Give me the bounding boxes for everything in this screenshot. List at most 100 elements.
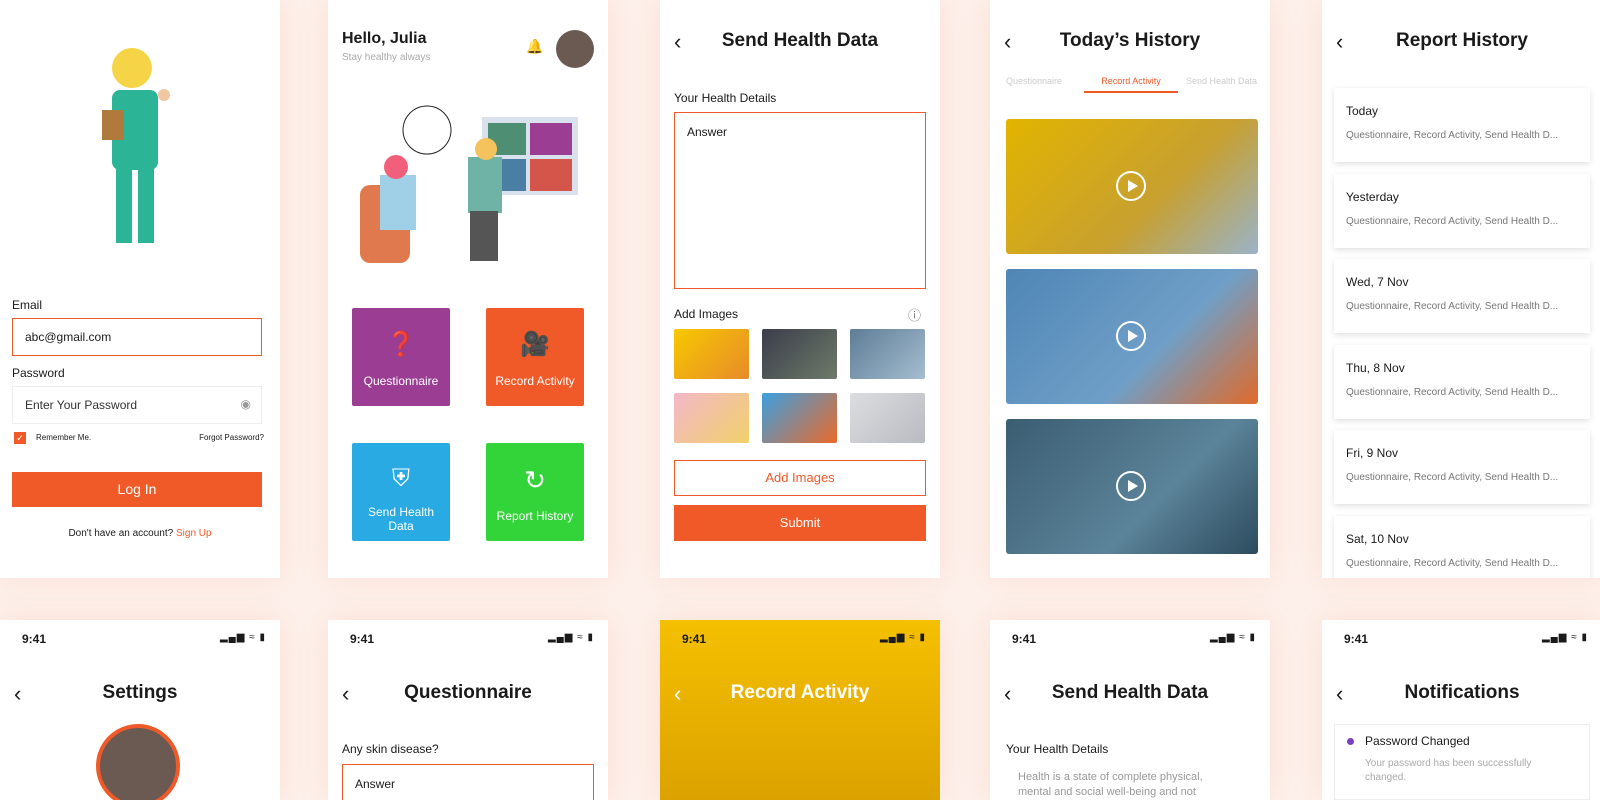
image-thumb[interactable] (674, 393, 749, 443)
video-thumbnail[interactable] (1006, 419, 1258, 554)
video-thumbnail[interactable] (1006, 119, 1258, 254)
status-time: 9:41 (350, 632, 375, 646)
wifi-icon: ≈ (909, 632, 916, 643)
signup-prompt-row: Don't have an account? Sign Up (0, 528, 280, 539)
battery-icon: ▮ (919, 632, 926, 643)
questionnaire-screen: 9:41 ▂▄▆ ≈ ▮ ‹ Questionnaire Any skin di… (328, 620, 608, 800)
remember-checkbox[interactable]: ✓ (14, 432, 26, 444)
report-card[interactable]: Today Questionnaire, Record Activity, Sen… (1334, 88, 1590, 162)
email-field[interactable]: abc@gmail.com (12, 318, 262, 356)
play-icon[interactable] (1116, 321, 1146, 351)
notification-title: Password Changed (1365, 734, 1470, 748)
status-time: 9:41 (22, 632, 47, 646)
page-title: Report History (1396, 30, 1528, 51)
report-summary: Questionnaire, Record Activity, Send Hea… (1346, 216, 1559, 227)
email-label: Email (12, 298, 43, 312)
health-details-text[interactable]: Health is a state of complete physical, … (1018, 770, 1238, 800)
tile-questionnaire[interactable]: ❓ Questionnaire (352, 308, 450, 406)
tile-send-health-data[interactable]: ⛨ Send Health Data (352, 443, 450, 541)
image-thumb[interactable] (674, 329, 749, 379)
add-images-button[interactable]: Add Images (674, 460, 926, 496)
video-camera-icon: 🎥 (520, 331, 550, 358)
play-icon[interactable] (1116, 171, 1146, 201)
doctor-illustration (102, 48, 170, 243)
page-title: Record Activity (730, 682, 870, 703)
report-date: Fri, 9 Nov (1346, 446, 1399, 460)
avatar[interactable] (556, 30, 594, 68)
wifi-icon: ≈ (1239, 632, 1246, 643)
report-summary: Questionnaire, Record Activity, Send Hea… (1346, 130, 1559, 141)
login-screen: Email abc@gmail.com Password Enter Your … (0, 0, 280, 578)
question-icon: ❓ (386, 331, 416, 358)
report-card[interactable]: Sat, 10 Nov Questionnaire, Record Activit… (1334, 516, 1590, 578)
signal-icon: ▂▄▆ (547, 632, 574, 643)
tile-record-activity[interactable]: 🎥 Record Activity (486, 308, 584, 406)
health-details-label: Your Health Details (674, 91, 777, 105)
page-title: Questionnaire (404, 682, 532, 703)
notification-card[interactable]: Password Changed Your password has been … (1334, 724, 1590, 800)
signal-icon: ▂▄▆ (1541, 632, 1568, 643)
report-card[interactable]: Yesterday Questionnaire, Record Activity,… (1334, 174, 1590, 248)
password-placeholder: Enter Your Password (25, 398, 138, 412)
page-title: Today’s History (1059, 30, 1201, 51)
status-icons: ▂▄▆ ≈ ▮ (548, 632, 594, 643)
info-icon[interactable]: ⓘ (908, 305, 921, 324)
report-date: Today (1346, 104, 1379, 118)
notifications-screen: 9:41 ▂▄▆ ≈ ▮ ‹ Notifications Password Ch… (1322, 620, 1600, 800)
eye-icon[interactable]: ◉ (241, 397, 251, 411)
greeting-subtitle: Stay healthy always (342, 52, 431, 63)
settings-screen: 9:41 ▂▄▆ ≈ ▮ ‹ Settings (0, 620, 280, 800)
status-icons: ▂▄▆ ≈ ▮ (1542, 632, 1588, 643)
image-thumb[interactable] (762, 329, 837, 379)
forgot-password-link[interactable]: Forgot Password? (199, 433, 264, 442)
profile-avatar[interactable] (96, 724, 180, 800)
battery-icon: ▮ (1581, 632, 1588, 643)
report-card[interactable]: Thu, 8 Nov Questionnaire, Record Activity… (1334, 345, 1590, 419)
image-thumb[interactable] (850, 393, 925, 443)
report-date: Thu, 8 Nov (1346, 361, 1405, 375)
email-value: abc@gmail.com (25, 330, 112, 344)
password-field[interactable]: Enter Your Password ◉ (12, 386, 262, 424)
submit-button[interactable]: Submit (674, 505, 926, 541)
record-activity-screen: 9:41 ▂▄▆ ≈ ▮ ‹ Record Activity (660, 620, 940, 800)
signal-icon: ▂▄▆ (1209, 632, 1236, 643)
greeting: Hello, Julia (342, 30, 427, 47)
page-title: Send Health Data (721, 30, 879, 51)
report-history-screen: ‹ Report History Today Questionnaire, Rec… (1322, 0, 1600, 578)
report-card[interactable]: Wed, 7 Nov Questionnaire, Record Activity… (1334, 259, 1590, 333)
report-card[interactable]: Fri, 9 Nov Questionnaire, Record Activity… (1334, 430, 1590, 504)
status-time: 9:41 (1344, 632, 1369, 646)
image-thumb[interactable] (850, 329, 925, 379)
status-icons: ▂▄▆ ≈ ▮ (880, 632, 926, 643)
report-date: Wed, 7 Nov (1346, 275, 1409, 289)
bell-icon[interactable]: 🔔 (526, 38, 543, 55)
signup-link[interactable]: Sign Up (176, 528, 212, 539)
tab-record-activity[interactable]: Record Activity (1084, 76, 1178, 93)
health-details-textarea[interactable]: Answer (674, 112, 926, 289)
wifi-icon: ≈ (1571, 632, 1578, 643)
signal-icon: ▂▄▆ (219, 632, 246, 643)
battery-icon: ▮ (587, 632, 594, 643)
send-health-data-screen-2: 9:41 ▂▄▆ ≈ ▮ ‹ Send Health Data Your Hea… (990, 620, 1270, 800)
report-date: Yesterday (1346, 190, 1399, 204)
tile-questionnaire-label: Questionnaire (363, 374, 439, 388)
todays-history-screen: ‹ Today’s History Questionnaire Record A… (990, 0, 1270, 578)
tab-send-health-data[interactable]: Send Health Data (1186, 76, 1257, 86)
refresh-icon: ↻ (524, 465, 546, 495)
login-button[interactable]: Log In (12, 472, 262, 507)
battery-icon: ▮ (1249, 632, 1256, 643)
battery-icon: ▮ (259, 632, 266, 643)
signal-icon: ▂▄▆ (879, 632, 906, 643)
tile-report-history[interactable]: ↻ Report History (486, 443, 584, 541)
tile-report-history-label: Report History (496, 509, 574, 523)
report-summary: Questionnaire, Record Activity, Send Hea… (1346, 387, 1559, 398)
answer-placeholder: Answer (687, 125, 728, 139)
answer-field[interactable]: Answer (342, 764, 594, 800)
unread-dot-icon (1347, 738, 1354, 745)
play-icon[interactable] (1116, 471, 1146, 501)
video-thumbnail[interactable] (1006, 269, 1258, 404)
tab-questionnaire[interactable]: Questionnaire (1006, 76, 1062, 86)
image-thumb[interactable] (762, 393, 837, 443)
health-details-label: Your Health Details (1006, 742, 1109, 756)
page-title: Settings (102, 682, 178, 703)
